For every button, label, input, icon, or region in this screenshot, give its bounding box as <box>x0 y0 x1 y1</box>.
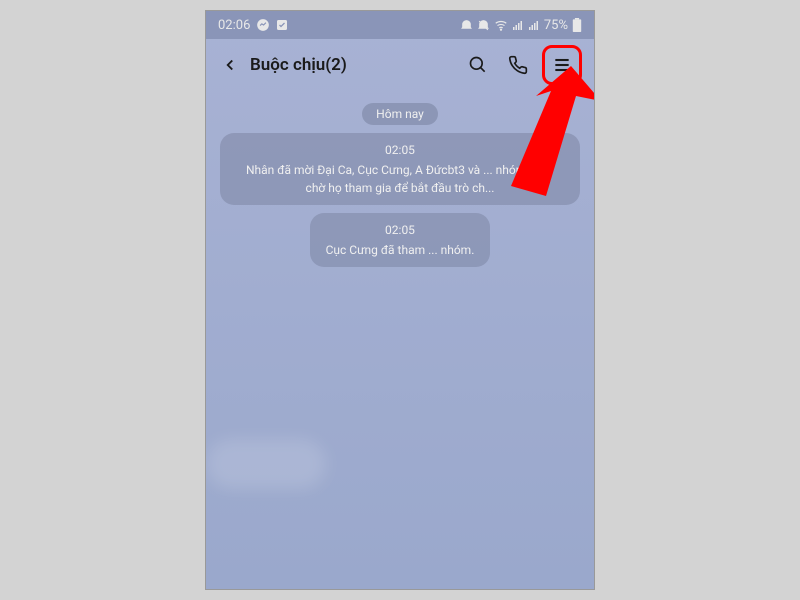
menu-button-highlighted[interactable] <box>542 45 582 85</box>
phone-screen: 02:06 75% <box>205 10 595 590</box>
status-bar: 02:06 75% <box>206 11 594 39</box>
message-text: Nhân đã mời Đại Ca, Cục Cưng, A Đứcbt3 v… <box>236 161 564 197</box>
wifi-icon <box>494 18 508 32</box>
signal-icon-1 <box>512 19 524 31</box>
battery-percent: 75% <box>544 18 568 33</box>
battery-icon <box>572 18 582 32</box>
system-message: 02:05 Cục Cưng đã tham ... nhóm. <box>310 213 491 267</box>
mute-icon <box>477 19 490 32</box>
system-message: 02:05 Nhân đã mời Đại Ca, Cục Cưng, A Đứ… <box>220 133 580 205</box>
nav-bar: Buộc chịu(2) <box>206 39 594 91</box>
checkbox-icon <box>276 19 288 31</box>
phone-icon <box>508 55 528 75</box>
cloud-decoration <box>206 439 326 489</box>
message-time: 02:05 <box>236 141 564 159</box>
messenger-icon <box>256 18 270 32</box>
chevron-left-icon <box>221 56 239 74</box>
search-icon <box>468 55 488 75</box>
status-time: 02:06 <box>218 18 250 33</box>
alarm-icon <box>460 19 473 32</box>
date-badge: Hôm nay <box>362 103 438 125</box>
message-text: Cục Cưng đã tham ... nhóm. <box>326 241 475 259</box>
message-time: 02:05 <box>326 221 475 239</box>
search-button[interactable] <box>462 49 494 81</box>
signal-icon-2 <box>528 19 540 31</box>
back-button[interactable] <box>218 53 242 77</box>
hamburger-menu-icon <box>552 55 572 75</box>
chat-area: Hôm nay 02:05 Nhân đã mời Đại Ca, Cục Cư… <box>206 91 594 279</box>
status-right: 75% <box>460 18 582 33</box>
status-left: 02:06 <box>218 18 288 33</box>
chat-title: Buộc chịu(2) <box>250 55 454 75</box>
call-button[interactable] <box>502 49 534 81</box>
